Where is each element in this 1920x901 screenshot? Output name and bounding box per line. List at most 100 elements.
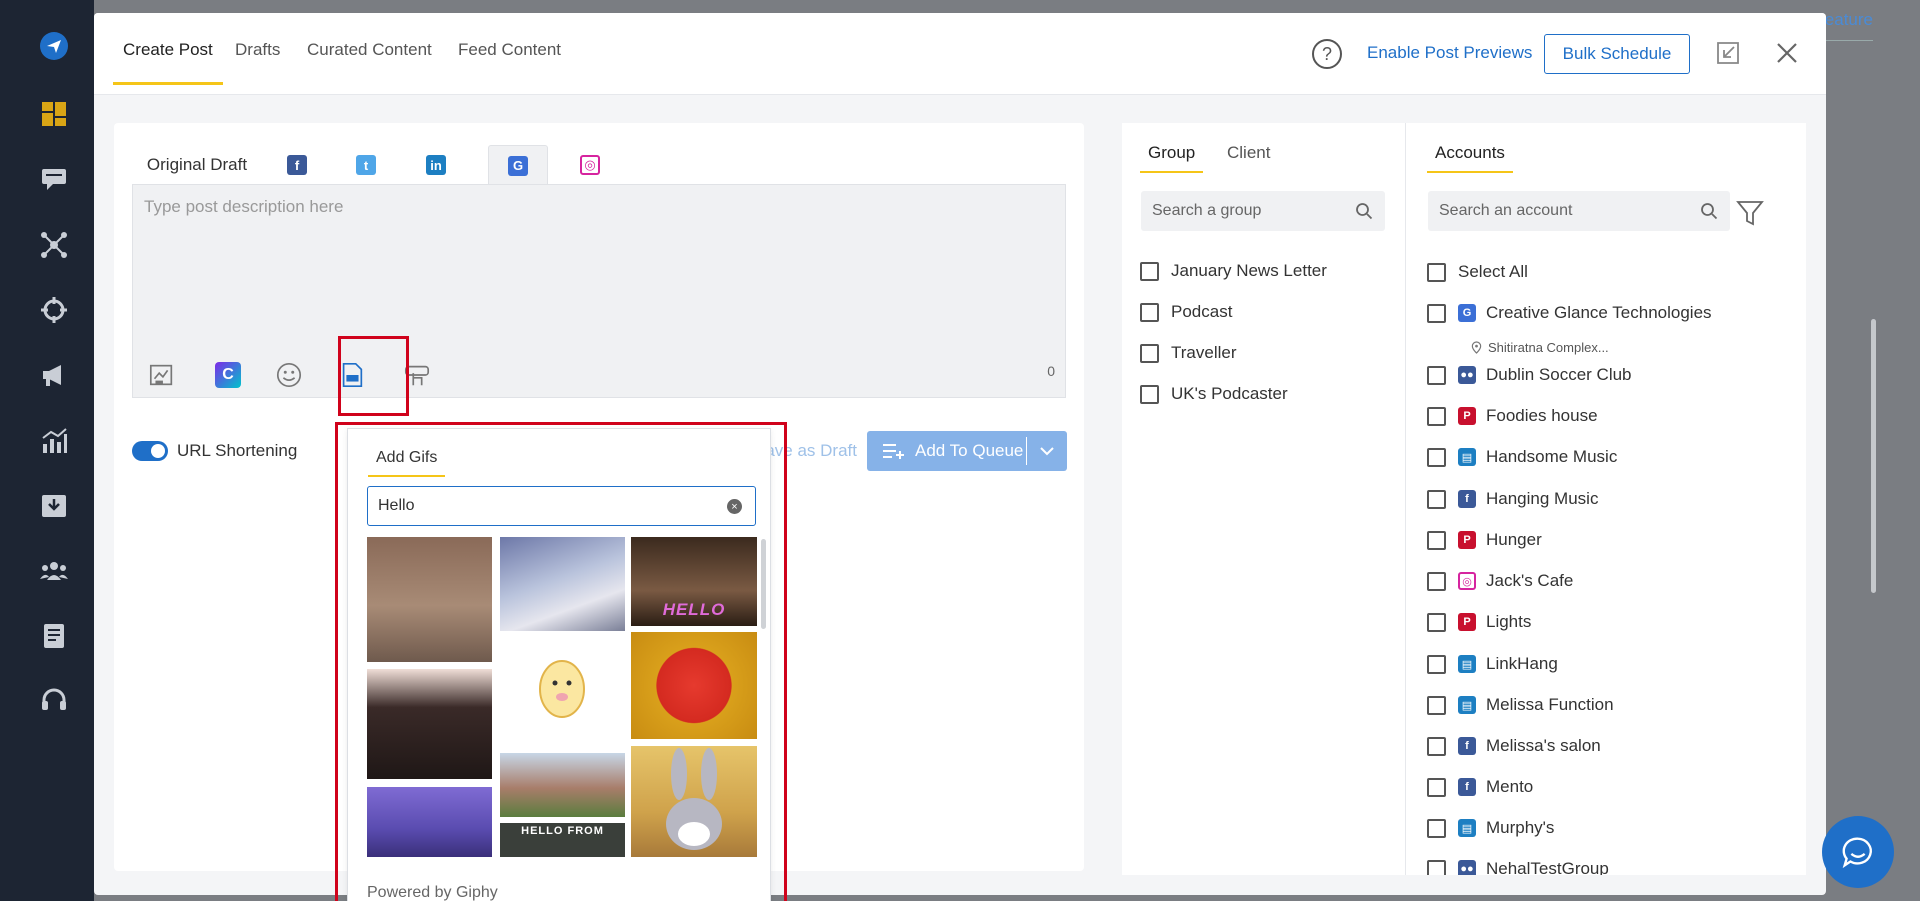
filter-icon[interactable]: [1736, 199, 1764, 227]
group-search-input[interactable]: Search a group: [1152, 202, 1261, 220]
account-item[interactable]: f Hanging Music: [1427, 489, 1598, 509]
target-icon[interactable]: [36, 292, 72, 328]
checkbox[interactable]: [1427, 818, 1446, 838]
chat-bubble-icon: [1842, 837, 1872, 869]
chat-support-button[interactable]: [1822, 816, 1894, 888]
account-item[interactable]: ◎ Jack's Cafe: [1427, 571, 1573, 591]
gif-thumbnail[interactable]: [631, 632, 757, 739]
checkbox[interactable]: [1140, 343, 1159, 363]
tab-facebook[interactable]: f: [277, 145, 317, 185]
checkbox[interactable]: [1427, 303, 1446, 323]
chevron-down-icon[interactable]: [1038, 442, 1056, 460]
tab-group[interactable]: Group: [1140, 143, 1204, 173]
account-search-input[interactable]: Search an account: [1439, 202, 1572, 220]
checkbox[interactable]: [1140, 302, 1159, 322]
messages-icon[interactable]: [36, 161, 72, 197]
checkbox[interactable]: [1427, 571, 1446, 591]
checkbox[interactable]: [1427, 777, 1446, 797]
group-search-field[interactable]: Search a group: [1141, 191, 1385, 231]
minimize-icon[interactable]: [1715, 40, 1741, 66]
tab-accounts[interactable]: Accounts: [1427, 143, 1513, 173]
reports-icon[interactable]: [36, 618, 72, 654]
checkbox[interactable]: [1140, 261, 1159, 281]
account-item[interactable]: ▤ LinkHang: [1427, 654, 1558, 674]
checkbox[interactable]: [1427, 695, 1446, 715]
group-item[interactable]: UK's Podcaster: [1140, 384, 1288, 404]
account-item[interactable]: P Lights: [1427, 612, 1531, 632]
gif-thumbnail[interactable]: [500, 537, 625, 631]
gif-thumbnail[interactable]: [500, 637, 625, 733]
help-icon[interactable]: ?: [1312, 39, 1342, 69]
account-item[interactable]: f Melissa's salon: [1427, 736, 1601, 756]
canva-icon[interactable]: C: [213, 360, 243, 390]
gif-thumbnail[interactable]: HELLO: [631, 537, 757, 626]
gif-thumbnail[interactable]: [631, 746, 757, 857]
account-item[interactable]: P Foodies house: [1427, 406, 1598, 426]
tab-create-post[interactable]: Create Post: [113, 40, 223, 85]
select-all-row[interactable]: Select All: [1427, 262, 1528, 282]
checkbox[interactable]: [1427, 262, 1446, 282]
checkbox[interactable]: [1427, 447, 1446, 467]
gif-search-input[interactable]: Hello: [378, 497, 414, 515]
media-gallery-icon[interactable]: [147, 360, 177, 390]
tab-original-draft[interactable]: Original Draft: [132, 145, 262, 185]
megaphone-icon[interactable]: [36, 357, 72, 393]
gif-thumbnail[interactable]: [367, 787, 492, 857]
gif-results-scrollbar[interactable]: [761, 539, 766, 629]
analytics-icon[interactable]: [36, 423, 72, 459]
account-item[interactable]: ▤ Murphy's: [1427, 818, 1554, 838]
tab-drafts[interactable]: Drafts: [235, 40, 280, 85]
checkbox[interactable]: [1427, 612, 1446, 632]
tab-google-business[interactable]: G: [488, 145, 548, 185]
enable-post-previews-link[interactable]: Enable Post Previews: [1367, 43, 1532, 63]
post-description-box[interactable]: Type post description here C 0: [132, 184, 1066, 398]
gif-thumbnail[interactable]: [367, 669, 492, 779]
account-item[interactable]: G Creative Glance Technologies: [1427, 303, 1712, 323]
tab-add-gifs[interactable]: Add Gifs: [368, 449, 446, 477]
account-item[interactable]: ▤ Handsome Music: [1427, 447, 1617, 467]
bulk-schedule-button[interactable]: Bulk Schedule: [1544, 34, 1690, 74]
tab-client[interactable]: Client: [1227, 143, 1270, 163]
account-item[interactable]: f Mento: [1427, 777, 1533, 797]
search-icon[interactable]: [1700, 202, 1718, 220]
checkbox[interactable]: [1427, 530, 1446, 550]
download-inbox-icon[interactable]: [36, 488, 72, 524]
account-item[interactable]: ●● NehalTestGroup: [1427, 859, 1609, 875]
tab-feed-content[interactable]: Feed Content: [458, 40, 561, 85]
clear-search-icon[interactable]: ×: [727, 499, 742, 514]
headset-support-icon[interactable]: [36, 683, 72, 719]
checkbox[interactable]: [1427, 654, 1446, 674]
network-icon[interactable]: [36, 227, 72, 263]
gif-search-field[interactable]: Hello ×: [367, 486, 756, 526]
url-shortening-toggle[interactable]: [132, 441, 168, 461]
dashboard-icon[interactable]: [36, 96, 72, 132]
account-item[interactable]: ●● Dublin Soccer Club: [1427, 365, 1632, 385]
checkbox[interactable]: [1427, 406, 1446, 426]
group-item[interactable]: Podcast: [1140, 302, 1232, 322]
post-description-input[interactable]: Type post description here: [144, 197, 343, 217]
checkbox[interactable]: [1427, 859, 1446, 875]
checkbox[interactable]: [1140, 384, 1159, 404]
checkbox[interactable]: [1427, 365, 1446, 385]
tab-twitter[interactable]: t: [346, 145, 386, 185]
gif-thumbnail[interactable]: [500, 753, 625, 817]
account-item[interactable]: P Hunger: [1427, 530, 1542, 550]
group-item[interactable]: Traveller: [1140, 343, 1237, 363]
account-search-field[interactable]: Search an account: [1428, 191, 1730, 231]
tab-instagram[interactable]: ◎: [570, 145, 610, 185]
checkbox[interactable]: [1427, 489, 1446, 509]
tab-linkedin[interactable]: in: [416, 145, 456, 185]
gif-thumbnail[interactable]: HELLO FROM: [500, 823, 625, 857]
close-icon[interactable]: [1774, 40, 1800, 66]
gif-thumbnail[interactable]: [367, 537, 492, 662]
send-logo-icon[interactable]: [36, 28, 72, 64]
tab-curated-content[interactable]: Curated Content: [307, 40, 432, 85]
add-to-queue-button[interactable]: Add To Queue: [867, 431, 1067, 471]
checkbox[interactable]: [1427, 736, 1446, 756]
group-item[interactable]: January News Letter: [1140, 261, 1327, 281]
accounts-scrollbar[interactable]: [1871, 319, 1876, 593]
account-item[interactable]: ▤ Melissa Function: [1427, 695, 1614, 715]
emoji-icon[interactable]: [274, 360, 304, 390]
team-icon[interactable]: [36, 553, 72, 589]
search-icon[interactable]: [1355, 202, 1373, 220]
